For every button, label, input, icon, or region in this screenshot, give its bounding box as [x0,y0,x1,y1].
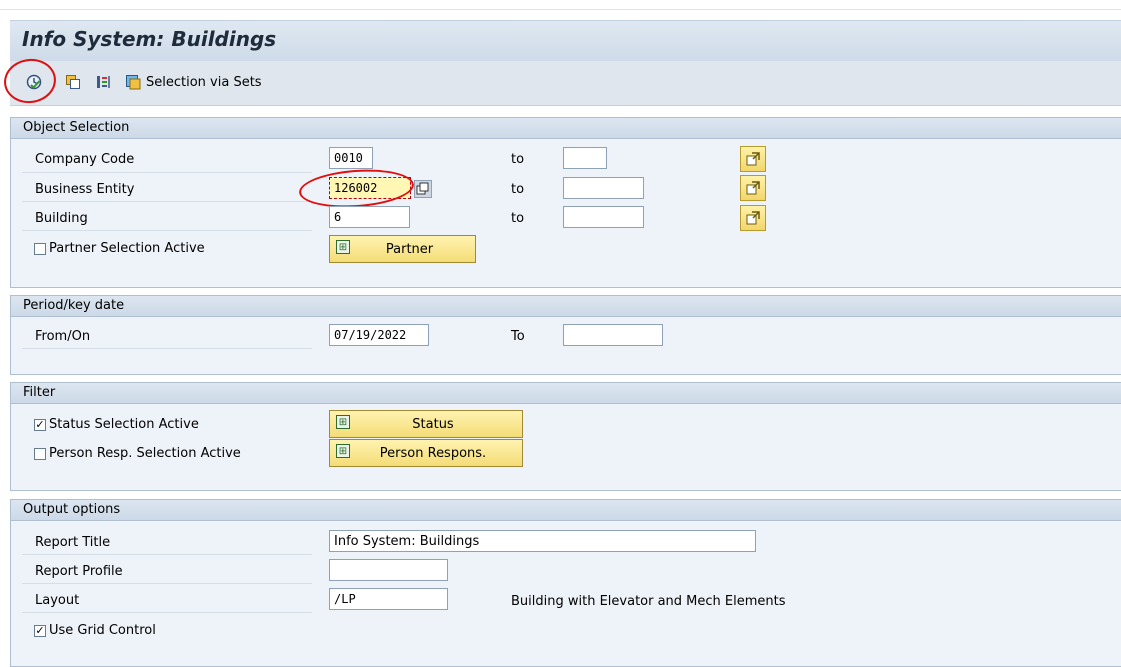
page-title: Info System: Buildings [22,27,277,51]
use-grid-control-label: Use Grid Control [49,623,156,638]
business-entity-to-label: to [511,182,525,197]
status-selection-label: Status Selection Active [49,417,199,432]
building-to-input[interactable] [563,206,644,228]
layout-label: Layout [35,593,80,608]
filter-header: Filter [11,383,1121,404]
value-help-icon [416,182,429,195]
report-profile-input[interactable] [329,559,448,581]
report-profile-label: Report Profile [35,564,123,579]
multiple-selection-arrow-icon [746,152,760,166]
selection-via-sets-button[interactable]: Selection via Sets [146,75,262,90]
company-code-from-input[interactable]: 0010 [329,147,373,169]
multiple-selection-arrow-icon [746,211,760,225]
building-multiple-selection-button[interactable] [740,205,766,231]
partner-button-label: Partner [385,242,434,257]
building-to-label: to [511,211,525,226]
status-button-label: Status [412,417,454,432]
person-responsible-button[interactable]: ⊞ Person Respons. [329,439,523,467]
output-options-heading: Output options [23,502,121,517]
selection-sets-icon[interactable] [125,74,141,90]
multiple-selection-arrow-icon [746,181,760,195]
filter-heading: Filter [23,385,56,400]
person-responsible-button-label: Person Respons. [379,446,487,461]
from-on-label: From/On [35,329,91,344]
company-code-to-label: to [511,152,525,167]
value-help-button[interactable] [414,180,432,198]
person-resp-selection-checkbox[interactable] [34,448,46,460]
business-entity-to-input[interactable] [563,177,644,199]
filter-frame: Filter [10,382,1121,491]
company-code-label: Company Code [35,152,135,167]
business-entity-label: Business Entity [35,182,135,197]
status-selection-checkbox[interactable]: ✓ [34,419,46,431]
status-button[interactable]: ⊞ Status [329,410,523,438]
report-title-input[interactable]: Info System: Buildings [329,530,756,552]
period-to-label: To [511,329,525,344]
from-on-input[interactable]: 07/19/2022 [329,324,429,346]
object-selection-header: Object Selection [11,118,1121,139]
display-fields-icon[interactable] [95,74,111,90]
period-heading: Period/key date [23,298,125,313]
partner-button[interactable]: ⊞ Partner [329,235,476,263]
partner-selection-checkbox[interactable] [34,243,46,255]
period-header: Period/key date [11,296,1121,317]
copy-variant-icon[interactable] [65,74,81,90]
building-label: Building [35,211,88,226]
period-to-input[interactable] [563,324,663,346]
top-border [0,0,1121,10]
layout-description: Building with Elevator and Mech Elements [511,594,786,609]
object-selection-frame: Object Selection [10,117,1121,288]
business-entity-multiple-selection-button[interactable] [740,175,766,201]
use-grid-control-checkbox[interactable]: ✓ [34,625,46,637]
output-options-header: Output options [11,500,1121,521]
person-resp-selection-label: Person Resp. Selection Active [49,446,241,461]
company-code-multiple-selection-button[interactable] [740,146,766,172]
company-code-to-input[interactable] [563,147,607,169]
partner-selection-label: Partner Selection Active [49,241,205,256]
layout-input[interactable]: /LP [329,588,448,610]
object-selection-heading: Object Selection [23,120,130,135]
building-from-input[interactable]: 6 [329,206,410,228]
report-title-label: Report Title [35,535,111,550]
